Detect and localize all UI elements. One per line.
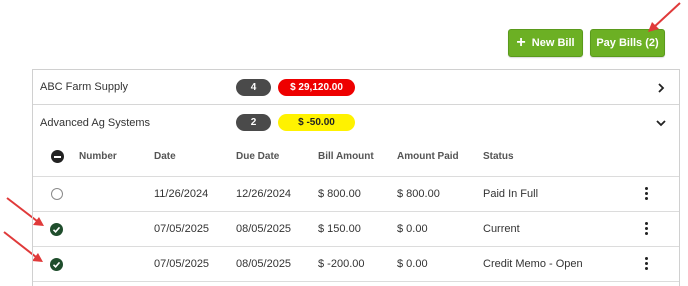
column-header-date[interactable]: Date <box>154 151 176 162</box>
vendor-row-abc-farm-supply[interactable]: ABC Farm Supply 4 $ 29,120.00 <box>33 70 679 105</box>
vendor-row-advanced-ag-systems[interactable]: Advanced Ag Systems 2 $ -50.00 <box>33 105 679 140</box>
new-bill-button[interactable]: + New Bill <box>508 29 583 57</box>
table-row: 07/05/2025 08/05/2025 $ 150.00 $ 0.00 Cu… <box>33 211 679 246</box>
annotation-arrow-pay-bills <box>648 2 681 32</box>
chevron-down-icon[interactable] <box>655 117 667 129</box>
bill-count-badge: 2 <box>236 114 271 131</box>
row-select-radio[interactable] <box>51 188 63 200</box>
chevron-right-icon[interactable] <box>655 82 667 94</box>
cell-bill-amount: $ -200.00 <box>318 258 365 270</box>
table-row: 07/05/2025 08/05/2025 $ -200.00 $ 0.00 C… <box>33 246 679 281</box>
vendor-name: Advanced Ag Systems <box>40 116 151 129</box>
column-header-number[interactable]: Number <box>79 151 117 162</box>
cell-date: 07/05/2025 <box>154 223 210 235</box>
more-options-icon[interactable] <box>645 222 649 236</box>
cell-bill-amount: $ 150.00 <box>318 223 361 235</box>
vendor-name: ABC Farm Supply <box>40 81 129 93</box>
cell-amount-paid: $ 800.00 <box>397 188 440 200</box>
column-header-due-date[interactable]: Due Date <box>236 151 279 162</box>
select-all-toggle[interactable] <box>51 150 64 163</box>
cell-amount-paid: $ 0.00 <box>397 258 428 270</box>
cell-status: Paid In Full <box>483 188 539 200</box>
more-options-icon[interactable] <box>645 187 649 201</box>
amount-badge: $ -50.00 <box>278 114 355 131</box>
new-bill-label: New Bill <box>531 37 575 49</box>
plus-icon: + <box>516 34 526 51</box>
checkmark-icon <box>52 226 61 233</box>
cell-due-date: 08/05/2025 <box>236 223 292 235</box>
cell-due-date: 08/05/2025 <box>236 258 292 270</box>
column-header-status[interactable]: Status <box>483 151 514 162</box>
column-header-amount-paid[interactable]: Amount Paid <box>397 151 459 162</box>
cell-date: 11/26/2024 <box>154 188 209 200</box>
table-row: 11/26/2024 12/26/2024 $ 800.00 $ 800.00 … <box>33 176 679 211</box>
cell-date: 07/05/2025 <box>154 258 210 270</box>
cell-status: Credit Memo - Open <box>483 258 583 270</box>
bill-count-badge: 4 <box>236 78 271 96</box>
cell-amount-paid: $ 0.00 <box>397 223 428 235</box>
amount-badge: $ 29,120.00 <box>278 78 355 96</box>
pay-bills-label: Pay Bills (2) <box>596 37 659 49</box>
vendor-bills-card: ABC Farm Supply 4 $ 29,120.00 Advanced A… <box>32 69 680 286</box>
more-options-icon[interactable] <box>645 257 649 271</box>
cell-due-date: 12/26/2024 <box>236 188 292 200</box>
row-select-radio-checked[interactable] <box>50 223 63 236</box>
checkmark-icon <box>52 261 61 268</box>
cell-status: Current <box>483 223 520 235</box>
column-header-bill-amount[interactable]: Bill Amount <box>318 151 374 162</box>
cell-bill-amount: $ 800.00 <box>318 188 361 200</box>
table-row-partial <box>33 281 679 286</box>
row-select-radio-checked[interactable] <box>50 258 63 271</box>
